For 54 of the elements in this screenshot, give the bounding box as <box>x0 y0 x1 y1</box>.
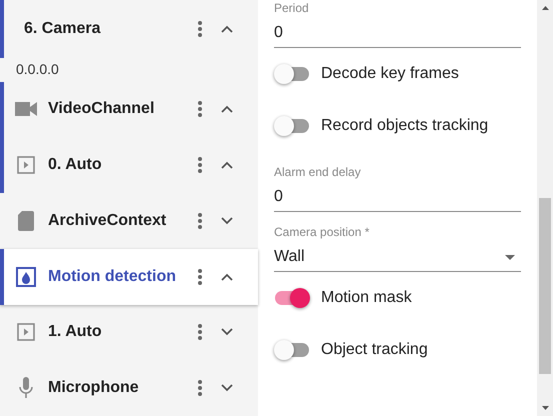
chevron-up-icon <box>221 24 233 33</box>
field-value: Wall <box>274 247 305 267</box>
scrollbar-thumb[interactable] <box>539 198 551 374</box>
vertical-dots-icon <box>198 20 202 37</box>
switch-label: Record objects tracking <box>321 116 488 136</box>
switch-label: Decode key frames <box>321 64 459 84</box>
tree-item-label: 1. Auto <box>48 322 103 342</box>
ip-address: 0.0.0.0 <box>16 60 59 80</box>
tree-item-label: Microphone <box>48 378 140 398</box>
field-label: Alarm end delay <box>274 165 362 179</box>
play-box-icon <box>17 323 35 342</box>
chevron-up-icon <box>221 105 233 114</box>
toggle-switch[interactable] <box>274 116 310 136</box>
tree-item-label: 6. Camera <box>24 18 102 39</box>
tree-item[interactable]: 1. Auto <box>0 304 258 360</box>
motion-detection-icon <box>16 266 36 287</box>
chevron-down-icon <box>221 216 233 225</box>
tree-item[interactable]: ArchiveContext <box>0 193 258 249</box>
scrollbar[interactable] <box>537 0 553 416</box>
field-label: Camera position * <box>274 225 370 239</box>
vertical-dots-icon <box>198 268 202 285</box>
select-field[interactable]: Camera position * Wall <box>274 212 521 272</box>
tree-item[interactable]: Microphone <box>0 360 258 416</box>
tree-item-label: Motion detection <box>48 266 177 287</box>
field-label: Period <box>274 1 310 15</box>
video-camera-icon <box>15 102 37 116</box>
field-value: 0 <box>274 187 284 207</box>
scroll-down-arrow-icon[interactable] <box>542 406 548 410</box>
dropdown-arrow-icon <box>505 254 515 260</box>
play-box-icon <box>17 156 35 174</box>
chevron-down-icon <box>221 384 233 392</box>
vertical-dots-icon <box>198 324 202 340</box>
tree-item-label: 0. Auto <box>48 155 103 176</box>
vertical-dots-icon <box>198 380 202 396</box>
chevron-down-icon <box>221 328 233 336</box>
toggle-switch[interactable] <box>274 288 310 308</box>
vertical-dots-icon <box>198 157 202 174</box>
switch-label: Object tracking <box>321 340 428 360</box>
tree-item-label: VideoChannel <box>48 99 156 120</box>
scroll-up-arrow-icon[interactable] <box>542 6 548 10</box>
vertical-dots-icon <box>198 212 202 229</box>
field-value: 0 <box>274 23 284 43</box>
toggle-switch[interactable] <box>274 64 310 84</box>
tree-item-label: ArchiveContext <box>48 210 168 231</box>
text-field[interactable]: Alarm end delay 0 <box>274 152 521 212</box>
text-field[interactable]: Period 0 <box>274 0 521 48</box>
tree-item[interactable]: Motion detection <box>0 248 258 305</box>
switch-label: Motion mask <box>321 288 412 308</box>
toggle-switch[interactable] <box>274 340 310 360</box>
microphone-icon <box>19 377 33 400</box>
vertical-dots-icon <box>198 101 202 118</box>
chevron-up-icon <box>221 161 233 170</box>
chevron-up-icon <box>221 272 233 281</box>
memory-card-icon <box>18 210 34 231</box>
